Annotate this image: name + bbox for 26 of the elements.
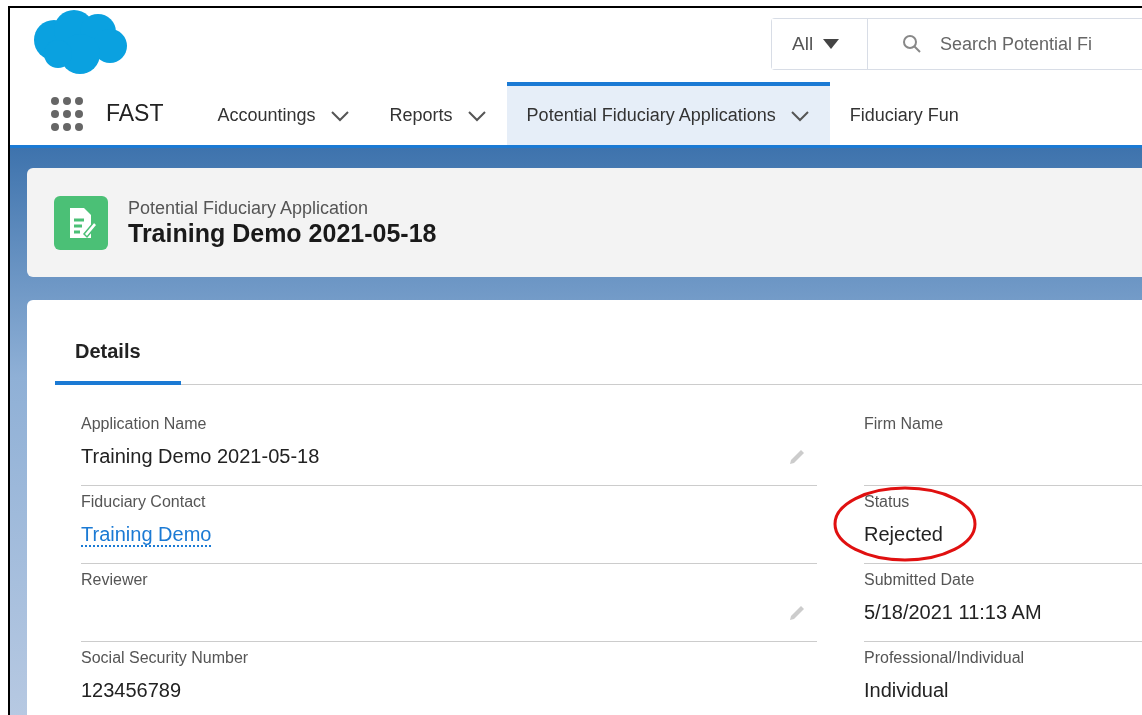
field-label: Application Name (81, 415, 208, 434)
field-value: Training Demo 2021-05-18 (81, 445, 320, 469)
nav-tab[interactable]: Reports (369, 82, 507, 145)
field-value: Rejected (864, 523, 943, 547)
field-label: Professional/Individual (864, 649, 1026, 668)
pencil-icon[interactable] (787, 447, 807, 467)
nav-tab[interactable]: Fiduciary Fun (829, 82, 979, 145)
field-label: Submitted Date (864, 571, 976, 590)
field-value: 5/18/2021 11:13 AM (864, 601, 1042, 625)
field-label: Firm Name (864, 415, 945, 434)
field-value: Individual (864, 679, 949, 703)
app-launcher-icon[interactable] (50, 95, 84, 132)
record-title: Training Demo 2021-05-18 (128, 218, 437, 248)
details-tab[interactable]: Details (55, 336, 181, 385)
app-name: FAST (106, 100, 164, 127)
field-link[interactable]: Training Demo (81, 523, 212, 547)
record-type: Potential Fiduciary Application (128, 197, 370, 219)
field-value: 123456789 (81, 679, 182, 703)
nav-tab[interactable]: Accountings (197, 82, 370, 145)
pencil-icon[interactable] (787, 603, 807, 623)
field-label: Reviewer (81, 571, 149, 590)
field-label: Fiduciary Contact (81, 493, 207, 512)
nav-tab[interactable]: Potential Fiduciary Applications (506, 82, 830, 145)
field-label: Status (864, 493, 911, 512)
document-edit-icon (54, 195, 108, 250)
field-label: Social Security Number (81, 649, 250, 668)
